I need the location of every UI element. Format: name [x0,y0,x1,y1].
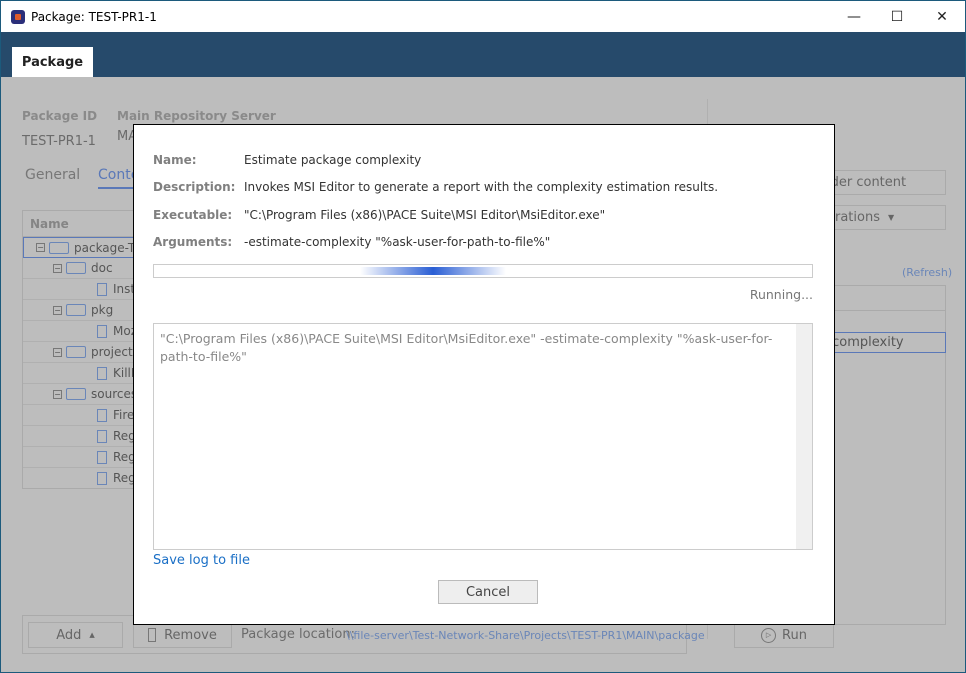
folder-content-label: lder content [827,175,907,190]
play-icon: ▷ [761,627,777,643]
file-icon [97,408,107,422]
app-logo-icon [11,9,25,24]
remove-label: Remove [164,627,217,643]
tree-header-name: Name [23,211,151,237]
executable-value: "C:\Program Files (x86)\PACE Suite\MSI E… [244,208,606,222]
log-scrollbar[interactable] [796,324,812,549]
package-id-value: TEST-PR1-1 [22,134,96,149]
tree-item[interactable]: Mozi [23,321,151,342]
tree-item[interactable]: − doc [23,258,151,279]
file-icon [97,282,107,296]
description-label: Description: [153,180,236,194]
run-button[interactable]: ▷ Run [734,622,834,648]
folder-icon [66,262,86,274]
file-icon [97,450,107,464]
operation-item-selected[interactable]: e complexity [819,332,946,353]
ribbon-header: Package [1,32,965,77]
folder-icon [66,304,86,316]
collapse-icon[interactable]: − [53,347,62,357]
server-label: Main Repository Server [117,109,276,123]
tree-item[interactable]: KillPr [23,363,151,384]
run-label: Run [782,627,807,643]
refresh-link[interactable]: (Refresh) [902,266,952,279]
remove-button[interactable]: Remove [133,622,232,648]
tree-item-label: package-T [74,240,136,255]
collapse-icon[interactable]: − [53,305,62,315]
add-button[interactable]: Add ▲ [28,622,123,648]
tree-item-label: project [91,345,133,359]
package-location-label: Package location: [241,627,355,642]
progress-marquee [360,267,506,275]
package-location-link[interactable]: \\file-server\Test-Network-Share\Project… [346,629,705,642]
log-output[interactable]: "C:\Program Files (x86)\PACE Suite\MSI E… [153,323,813,550]
package-id-label: Package ID [22,109,98,123]
log-text: "C:\Program Files (x86)\PACE Suite\MSI E… [160,331,773,364]
trash-icon [148,628,157,642]
folder-icon [66,388,86,400]
close-button[interactable]: ✕ [919,1,965,32]
name-label: Name: [153,153,197,167]
collapse-icon[interactable]: − [53,263,62,273]
progress-bar [153,264,813,278]
file-icon [97,324,107,338]
tree-item[interactable]: Regis [23,426,151,447]
cancel-button[interactable]: Cancel [438,580,538,604]
arguments-label: Arguments: [153,235,233,249]
folder-icon [66,346,86,358]
tree-item-label: pkg [91,303,114,317]
window-title: Package: TEST-PR1-1 [31,9,157,24]
status-text: Running... [749,287,813,302]
collapse-icon[interactable]: − [36,243,45,252]
tree-item[interactable]: Instal [23,279,151,300]
folder-icon [49,241,69,254]
tree-item[interactable]: − sources [23,384,151,405]
tree-item[interactable]: − pkg [23,300,151,321]
caret-up-icon: ▲ [89,631,95,639]
add-label: Add [56,627,82,643]
file-icon [97,366,107,380]
description-value: Invokes MSI Editor to generate a report … [244,180,719,194]
file-icon [97,471,107,485]
tab-general[interactable]: General [25,167,80,183]
tree-item-label: doc [91,261,113,275]
tree-item[interactable]: − package-T [23,237,151,258]
tab-content[interactable]: Conte [98,167,139,189]
maximize-button[interactable]: ☐ [874,1,920,32]
tree-item[interactable]: − project [23,342,151,363]
caret-down-icon: ▼ [887,213,895,222]
collapse-icon[interactable]: − [53,389,62,399]
tree-item[interactable]: Regis [23,468,151,488]
executable-label: Executable: [153,208,233,222]
title-bar: Package: TEST-PR1-1 — ☐ ✕ [1,1,965,32]
tree-item-label: sources [91,387,138,401]
tab-package[interactable]: Package [12,47,93,77]
arguments-value: -estimate-complexity "%ask-user-for-path… [244,235,551,249]
tree-item[interactable]: Firefo [23,405,151,426]
run-operation-dialog: Name: Estimate package complexity Descri… [133,124,835,625]
file-icon [97,429,107,443]
tree-item[interactable]: Regis [23,447,151,468]
minimize-button[interactable]: — [831,1,877,32]
save-log-link[interactable]: Save log to file [153,553,250,568]
name-value: Estimate package complexity [244,153,422,167]
